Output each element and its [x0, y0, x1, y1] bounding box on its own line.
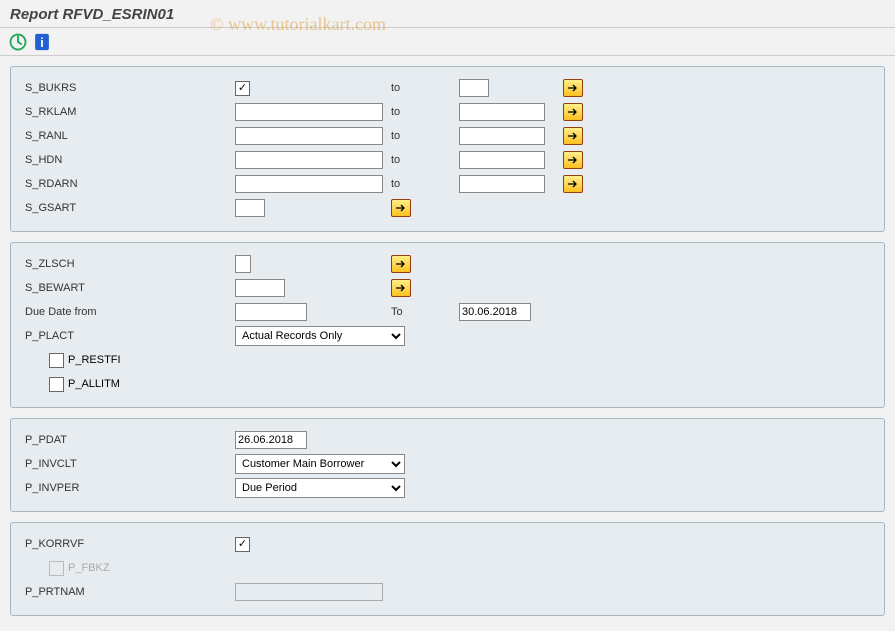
info-icon[interactable]: i	[32, 33, 52, 51]
input-s-rklam-from[interactable]	[235, 103, 383, 121]
to-label: to	[391, 130, 431, 142]
label-p-korrvf: P_KORRVF	[25, 538, 235, 550]
to-label: to	[391, 178, 431, 190]
multi-select-button-s-bukrs[interactable]	[563, 79, 583, 97]
input-due-date-to[interactable]	[459, 303, 531, 321]
to-label: to	[391, 106, 431, 118]
multi-select-button-s-ranl[interactable]	[563, 127, 583, 145]
label-s-bukrs: S_BUKRS	[25, 82, 235, 94]
label-due-date-from: Due Date from	[25, 306, 235, 318]
input-due-date-from[interactable]	[235, 303, 307, 321]
selection-group-1: S_BUKRS to S_RKLAM to S_RANL to S_HDN to	[10, 66, 885, 232]
label-p-allitm: P_ALLITM	[68, 378, 120, 390]
to-label: To	[391, 306, 431, 318]
input-s-rdarn-from[interactable]	[235, 175, 383, 193]
select-p-invclt[interactable]: Customer Main Borrower	[235, 454, 405, 474]
select-p-invper[interactable]: Due Period	[235, 478, 405, 498]
label-s-hdn: S_HDN	[25, 154, 235, 166]
input-s-rklam-to[interactable]	[459, 103, 545, 121]
multi-select-button-s-rklam[interactable]	[563, 103, 583, 121]
selection-group-2: S_ZLSCH S_BEWART Due Date from To P_PLAC…	[10, 242, 885, 408]
input-s-zlsch-from[interactable]	[235, 255, 251, 273]
label-s-ranl: S_RANL	[25, 130, 235, 142]
page-title: Report RFVD_ESRIN01	[10, 6, 174, 23]
input-s-bewart-from[interactable]	[235, 279, 285, 297]
label-p-fbkz: P_FBKZ	[68, 562, 110, 574]
checkbox-p-fbkz	[49, 561, 64, 576]
input-p-prtnam	[235, 583, 383, 601]
to-label: to	[391, 82, 431, 94]
input-p-pdat[interactable]	[235, 431, 307, 449]
multi-select-button-s-gsart[interactable]	[391, 199, 411, 217]
multi-select-button-s-rdarn[interactable]	[563, 175, 583, 193]
to-label: to	[391, 154, 431, 166]
checkbox-p-allitm[interactable]	[49, 377, 64, 392]
svg-text:i: i	[40, 36, 43, 50]
label-s-rklam: S_RKLAM	[25, 106, 235, 118]
label-s-zlsch: S_ZLSCH	[25, 258, 235, 270]
input-s-bukrs-to[interactable]	[459, 79, 489, 97]
toolbar: i	[0, 28, 895, 56]
label-p-invclt: P_INVCLT	[25, 458, 235, 470]
checkbox-p-korrvf[interactable]	[235, 537, 250, 552]
execute-icon[interactable]	[8, 33, 28, 51]
selection-group-3: P_PDAT P_INVCLT Customer Main Borrower P…	[10, 418, 885, 512]
input-s-rdarn-to[interactable]	[459, 175, 545, 193]
input-s-ranl-to[interactable]	[459, 127, 545, 145]
input-s-hdn-to[interactable]	[459, 151, 545, 169]
input-s-ranl-from[interactable]	[235, 127, 383, 145]
label-p-plact: P_PLACT	[25, 330, 235, 342]
label-s-rdarn: S_RDARN	[25, 178, 235, 190]
label-s-bewart: S_BEWART	[25, 282, 235, 294]
selection-group-4: P_KORRVF P_FBKZ P_PRTNAM	[10, 522, 885, 616]
title-bar: Report RFVD_ESRIN01	[0, 0, 895, 28]
select-p-plact[interactable]: Actual Records Only	[235, 326, 405, 346]
multi-select-button-s-bewart[interactable]	[391, 279, 411, 297]
multi-select-button-s-zlsch[interactable]	[391, 255, 411, 273]
checkbox-p-restfi[interactable]	[49, 353, 64, 368]
input-s-hdn-from[interactable]	[235, 151, 383, 169]
label-s-gsart: S_GSART	[25, 202, 235, 214]
input-s-gsart-from[interactable]	[235, 199, 265, 217]
multi-select-button-s-hdn[interactable]	[563, 151, 583, 169]
label-p-invper: P_INVPER	[25, 482, 235, 494]
label-p-restfi: P_RESTFI	[68, 354, 121, 366]
input-s-bukrs-from[interactable]	[235, 81, 250, 96]
content-area: S_BUKRS to S_RKLAM to S_RANL to S_HDN to	[0, 56, 895, 626]
label-p-pdat: P_PDAT	[25, 434, 235, 446]
label-p-prtnam: P_PRTNAM	[25, 586, 235, 598]
